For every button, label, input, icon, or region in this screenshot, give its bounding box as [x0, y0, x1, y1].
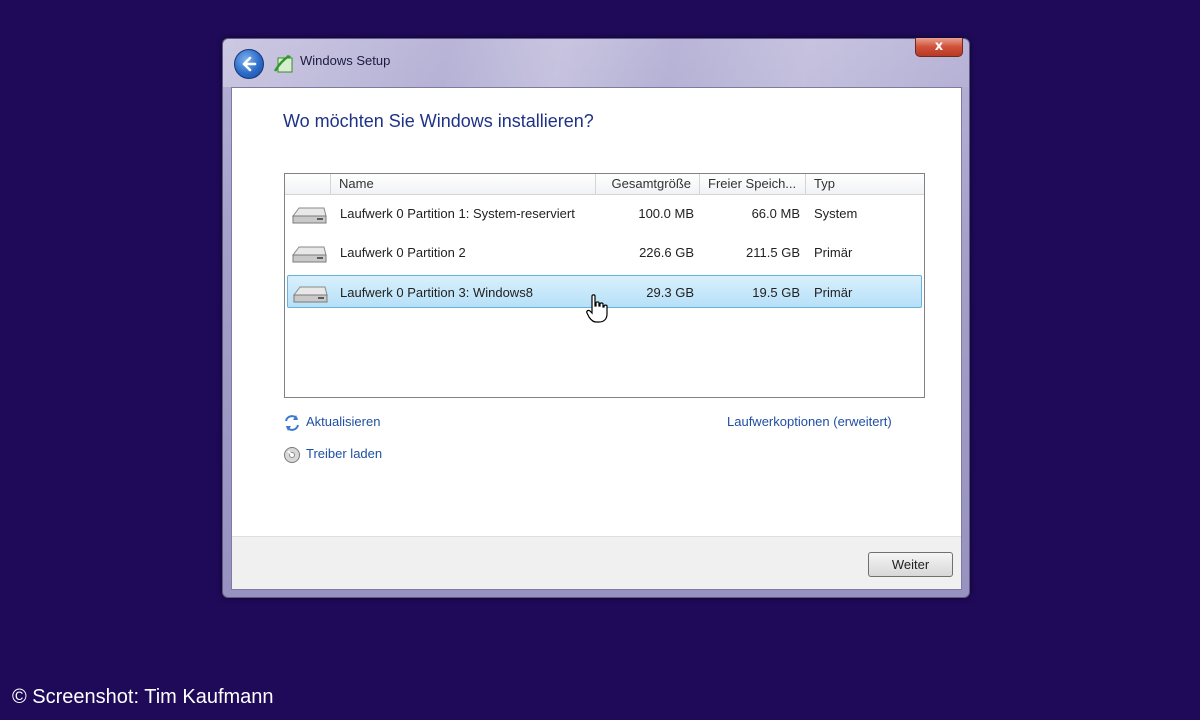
partition-free-space: 66.0 MB	[751, 206, 800, 221]
partition-name: Laufwerk 0 Partition 2	[340, 245, 466, 260]
table-header: Name Gesamtgröße Freier Speich... Typ	[285, 174, 924, 195]
partition-total-size: 226.6 GB	[639, 245, 694, 260]
drive-options-link[interactable]: Laufwerkoptionen (erweitert)	[727, 414, 892, 429]
table-row[interactable]: Laufwerk 0 Partition 1: System-reservier…	[287, 197, 922, 230]
back-button[interactable]	[234, 49, 264, 79]
partition-free-space: 211.5 GB	[746, 245, 800, 260]
partition-name: Laufwerk 0 Partition 3: Windows8	[340, 285, 533, 300]
footer-bar: Weiter	[232, 536, 961, 589]
load-driver-link[interactable]: Treiber laden	[306, 446, 382, 461]
screenshot-credit: © Screenshot: Tim Kaufmann	[12, 686, 274, 708]
partition-type: Primär	[814, 285, 853, 300]
hand-cursor-icon	[586, 294, 608, 323]
page-title: Wo möchten Sie Windows installieren?	[283, 111, 594, 131]
partition-free-space: 19.5 GB	[752, 285, 800, 300]
column-header-name[interactable]: Name	[331, 174, 596, 194]
drive-icon	[293, 286, 328, 303]
partition-total-size: 29.3 GB	[646, 285, 694, 300]
refresh-link[interactable]: Aktualisieren	[306, 414, 380, 429]
content-panel: Wo möchten Sie Windows installieren? Nam…	[231, 87, 962, 590]
refresh-icon	[285, 415, 299, 431]
column-header-type[interactable]: Typ	[806, 174, 924, 194]
column-header-total-size[interactable]: Gesamtgröße	[596, 174, 700, 194]
partition-table: Name Gesamtgröße Freier Speich... Typ La…	[284, 173, 925, 398]
partition-total-size: 100.0 MB	[638, 206, 694, 221]
column-header-icon	[285, 174, 331, 194]
back-arrow-icon	[242, 56, 257, 72]
partition-type: Primär	[814, 245, 853, 260]
partition-name: Laufwerk 0 Partition 1: System-reservier…	[340, 206, 575, 221]
table-row[interactable]: Laufwerk 0 Partition 2 226.6 GB 211.5 GB…	[287, 236, 922, 269]
column-header-free-space[interactable]: Freier Speich...	[700, 174, 806, 194]
drive-icon	[292, 207, 327, 224]
window-title: Windows Setup	[300, 53, 391, 68]
drive-icon	[292, 246, 327, 263]
load-driver-icon	[284, 447, 300, 463]
close-button[interactable]: x	[915, 38, 963, 57]
close-icon: x	[934, 39, 944, 54]
next-button[interactable]: Weiter	[868, 552, 953, 577]
partition-type: System	[814, 206, 858, 221]
setup-icon	[273, 54, 293, 73]
